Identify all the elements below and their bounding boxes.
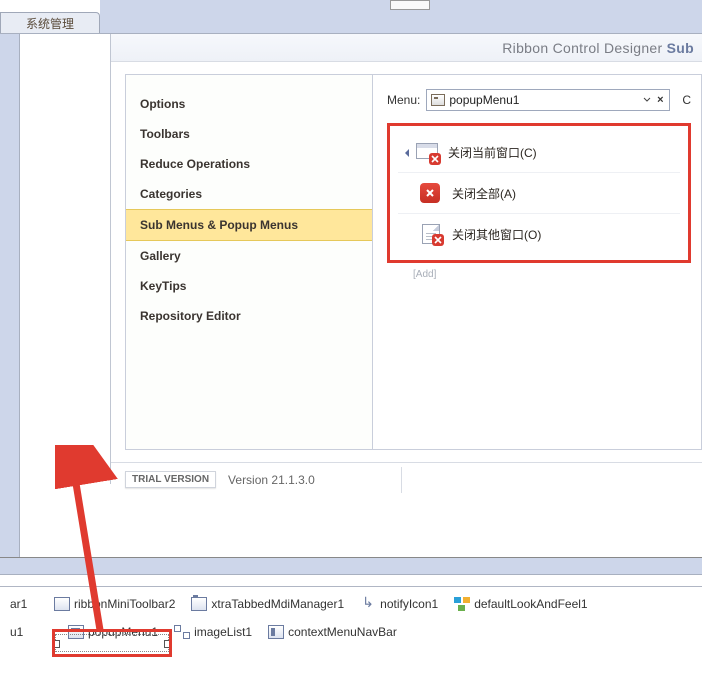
tray-item-notify-icon[interactable]: notifyIcon1 xyxy=(360,597,438,611)
toolbar-icon xyxy=(54,597,70,611)
add-item-placeholder[interactable]: [Add] xyxy=(413,269,691,280)
popup-menu-icon xyxy=(68,625,84,639)
clear-icon[interactable]: × xyxy=(655,95,665,105)
triangle-left-icon xyxy=(404,147,410,157)
designer-content-panel: Menu: popupMenu1 × C 关闭当前窗口(C) xyxy=(373,74,702,450)
version-text: Version 21.1.3.0 xyxy=(228,473,315,487)
tab-system-manage[interactable]: 系统管理 xyxy=(0,12,100,34)
designer-footer: TRIAL VERSION Version 21.1.3.0 xyxy=(111,462,702,496)
look-icon xyxy=(454,597,470,611)
close-window-icon xyxy=(416,142,438,162)
menu-extra-link[interactable]: C xyxy=(682,93,691,107)
menu-dropdown-value: popupMenu1 xyxy=(449,93,639,107)
tray-item-partial[interactable]: ar1 xyxy=(10,597,38,611)
partial-widget xyxy=(390,0,430,10)
popup-item-close-all[interactable]: 关闭全部(A) xyxy=(398,173,680,214)
designer-title-bar: Ribbon Control Designer Sub xyxy=(111,34,702,62)
tabbed-icon xyxy=(191,597,207,611)
designer-title: Ribbon Control Designer xyxy=(502,40,662,56)
chevron-down-icon[interactable] xyxy=(643,96,651,104)
tray-item-xtra-tabbed-mdi[interactable]: xtraTabbedMdiManager1 xyxy=(191,597,344,611)
menu-dropdown[interactable]: popupMenu1 × xyxy=(426,89,670,111)
notify-icon xyxy=(360,597,376,611)
image-list-icon xyxy=(174,625,190,639)
nav-keytips[interactable]: KeyTips xyxy=(126,271,372,301)
nav-categories[interactable]: Categories xyxy=(126,179,372,209)
tray-item-popup-menu[interactable]: popupMenu1 xyxy=(68,625,158,639)
nav-repository-editor[interactable]: Repository Editor xyxy=(126,301,372,331)
nav-toolbars[interactable]: Toolbars xyxy=(126,119,372,149)
ribbon-designer-window: Ribbon Control Designer Sub Options Tool… xyxy=(110,34,702,484)
close-all-icon xyxy=(420,183,442,203)
tray-item-context-menu-nav[interactable]: contextMenuNavBar xyxy=(268,625,397,639)
nav-reduce-operations[interactable]: Reduce Operations xyxy=(126,149,372,179)
context-menu-icon xyxy=(268,625,284,639)
nav-options[interactable]: Options xyxy=(126,89,372,119)
designer-title-sub: Sub xyxy=(667,40,694,56)
tray-item-partial2[interactable]: u1 xyxy=(10,625,30,639)
nav-gallery[interactable]: Gallery xyxy=(126,241,372,271)
close-other-icon xyxy=(420,224,442,244)
tray-item-default-look[interactable]: defaultLookAndFeel1 xyxy=(454,597,587,611)
designer-nav-panel: Options Toolbars Reduce Operations Categ… xyxy=(125,74,373,450)
popup-items-highlight: 关闭当前窗口(C) 关闭全部(A) xyxy=(387,123,691,263)
popup-item-label: 关闭其他窗口(O) xyxy=(452,226,541,243)
popup-item-label: 关闭当前窗口(C) xyxy=(448,144,537,161)
tray-item-ribbon-mini-toolbar[interactable]: ribbonMiniToolbar2 xyxy=(54,597,175,611)
component-tray: ar1 ribbonMiniToolbar2 xtraTabbedMdiMana… xyxy=(0,586,702,678)
popup-item-label: 关闭全部(A) xyxy=(452,185,516,202)
tray-item-image-list[interactable]: imageList1 xyxy=(174,625,252,639)
popup-item-close-others[interactable]: 关闭其他窗口(O) xyxy=(398,214,680,254)
nav-sub-menus[interactable]: Sub Menus & Popup Menus xyxy=(126,209,372,241)
trial-badge: TRIAL VERSION xyxy=(125,471,216,488)
popup-item-close-current[interactable]: 关闭当前窗口(C) xyxy=(398,132,680,173)
menu-label: Menu: xyxy=(387,93,420,107)
popup-menu-icon xyxy=(431,94,445,106)
